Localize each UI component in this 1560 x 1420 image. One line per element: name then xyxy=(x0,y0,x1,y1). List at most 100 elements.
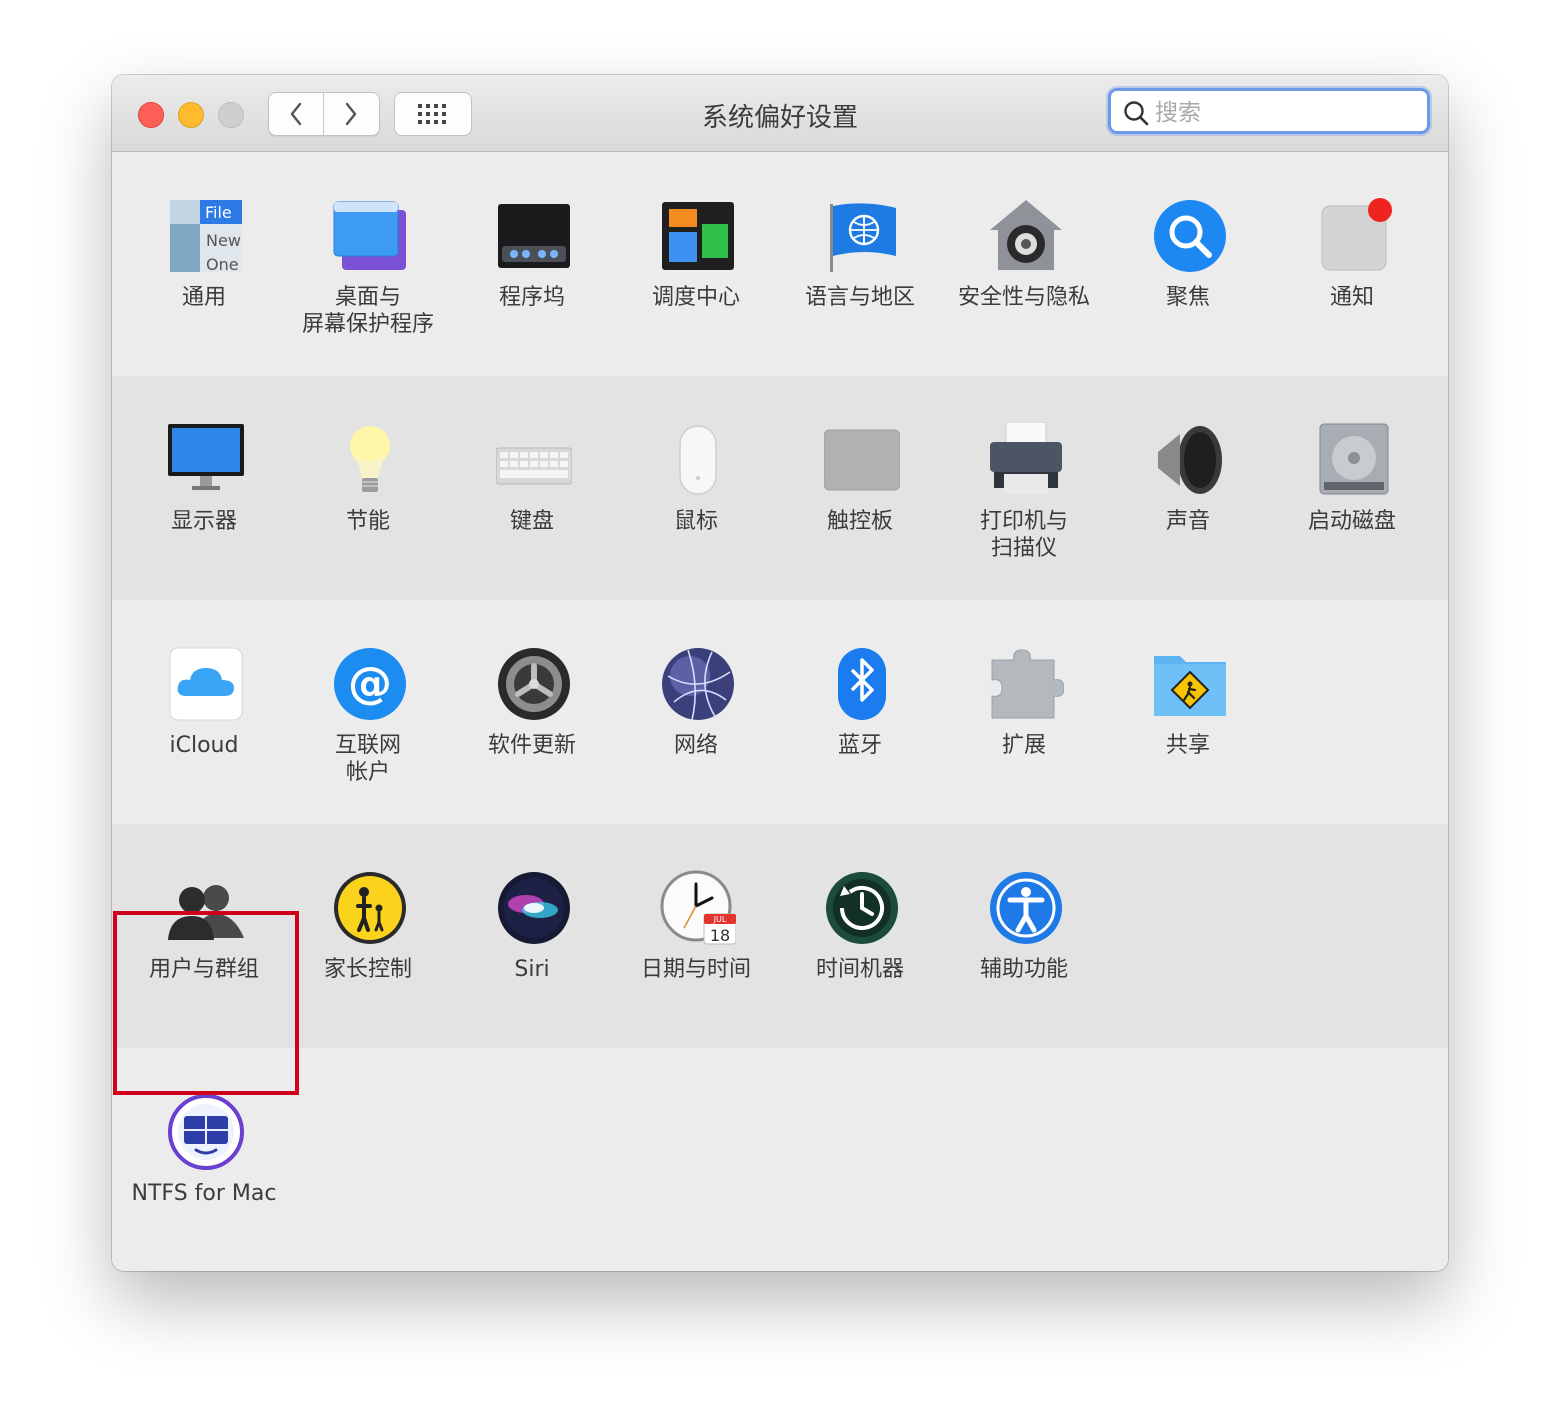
svg-text:File: File xyxy=(205,203,232,222)
mouse-icon xyxy=(679,425,717,495)
keyboard-icon xyxy=(496,447,572,485)
accessibility-icon xyxy=(990,872,1062,944)
bluetooth-icon xyxy=(838,648,886,720)
pane-label: 时间机器 xyxy=(815,957,904,982)
internet-accounts-icon: @ xyxy=(334,648,406,720)
pane-desktop-screensaver[interactable]: 桌面与 屏幕保护程序 xyxy=(286,152,450,352)
pane-label: NTFS for Mac xyxy=(131,1181,277,1206)
pane-general[interactable]: File New One 通用 xyxy=(122,152,286,352)
pane-label: 蓝牙 xyxy=(837,733,882,758)
general-icon: File New One xyxy=(170,200,242,274)
pane-row-1: File New One 通用 桌面与 屏幕保护程序 程序坞 调度中心 语言与地… xyxy=(112,152,1448,376)
pane-label: 桌面与 屏幕保护程序 xyxy=(301,285,434,337)
dock-icon xyxy=(498,204,570,268)
pane-internet-accounts[interactable]: @ 互联网 帐户 xyxy=(286,600,450,800)
ntfs-for-mac-icon xyxy=(168,1094,244,1170)
notifications-icon xyxy=(1321,198,1392,271)
pane-label: 用户与群组 xyxy=(148,957,259,982)
pane-label: 共享 xyxy=(1165,733,1210,758)
sound-icon xyxy=(1158,426,1222,494)
pane-accessibility[interactable]: 辅助功能 xyxy=(942,824,1106,1024)
svg-text:18: 18 xyxy=(710,926,730,945)
pane-sound[interactable]: 声音 xyxy=(1106,376,1270,576)
pane-label: 程序坞 xyxy=(498,285,565,310)
pane-row-5: NTFS for Mac xyxy=(112,1048,1448,1271)
pane-label: 日期与时间 xyxy=(640,957,751,982)
pane-label: 鼠标 xyxy=(673,509,718,534)
pane-label: Siri xyxy=(514,957,550,982)
pane-network[interactable]: 网络 xyxy=(614,600,778,800)
pane-label: 打印机与 扫描仪 xyxy=(979,509,1068,561)
pane-notifications[interactable]: 通知 xyxy=(1270,152,1434,352)
pane-row-2: 显示器 节能 键盘 鼠标 触控板 打印机与 扫描仪 声音 启动磁盘 xyxy=(112,376,1448,600)
pane-ntfs-for-mac[interactable]: NTFS for Mac xyxy=(122,1048,286,1248)
pane-icloud[interactable]: iCloud xyxy=(122,600,286,800)
language-region-icon xyxy=(830,203,896,272)
pane-mouse[interactable]: 鼠标 xyxy=(614,376,778,576)
pane-label: 通知 xyxy=(1329,285,1374,310)
pane-bluetooth[interactable]: 蓝牙 xyxy=(778,600,942,800)
software-update-icon xyxy=(498,648,570,720)
sharing-icon xyxy=(1154,656,1226,716)
users-groups-icon xyxy=(168,885,244,940)
pane-label: 安全性与隐私 xyxy=(957,285,1090,310)
desktop-screensaver-icon xyxy=(333,201,406,270)
extensions-icon xyxy=(991,649,1064,719)
pane-row-3: iCloud @ 互联网 帐户 软件更新 网络 蓝牙 扩展 共享 xyxy=(112,600,1448,824)
title-bar: 系统偏好设置 xyxy=(112,75,1448,152)
pane-spotlight[interactable]: 聚焦 xyxy=(1106,152,1270,352)
pane-users-groups[interactable]: 用户与群组 xyxy=(122,824,286,1024)
pane-keyboard[interactable]: 键盘 xyxy=(450,376,614,576)
security-privacy-icon xyxy=(990,200,1062,270)
pane-label: 网络 xyxy=(673,733,718,758)
pane-label: 互联网 帐户 xyxy=(334,733,401,785)
mission-control-icon xyxy=(662,202,734,270)
system-preferences-window: 系统偏好设置 File New One 通用 xyxy=(112,75,1448,1271)
pane-trackpad[interactable]: 触控板 xyxy=(778,376,942,576)
network-icon xyxy=(662,648,734,721)
date-time-icon: JUL 18 xyxy=(660,870,736,945)
pane-date-time[interactable]: JUL 18 日期与时间 xyxy=(614,824,778,1024)
pane-extensions[interactable]: 扩展 xyxy=(942,600,1106,800)
pane-security-privacy[interactable]: 安全性与隐私 xyxy=(942,152,1106,352)
startup-disk-icon xyxy=(1319,423,1389,495)
spotlight-icon xyxy=(1154,200,1226,272)
pane-printer-scanner[interactable]: 打印机与 扫描仪 xyxy=(942,376,1106,576)
pane-startup-disk[interactable]: 启动磁盘 xyxy=(1270,376,1434,576)
pane-language-region[interactable]: 语言与地区 xyxy=(778,152,942,352)
pane-label: 家长控制 xyxy=(323,957,412,982)
pane-mission-control[interactable]: 调度中心 xyxy=(614,152,778,352)
preference-panes: File New One 通用 桌面与 屏幕保护程序 程序坞 调度中心 语言与地… xyxy=(112,152,1448,1271)
icloud-icon xyxy=(169,647,243,721)
siri-icon xyxy=(498,872,570,944)
pane-parental-controls[interactable]: 家长控制 xyxy=(286,824,450,1024)
pane-label: 软件更新 xyxy=(487,733,576,758)
pane-label: 辅助功能 xyxy=(979,957,1068,982)
pane-label: 显示器 xyxy=(170,509,237,534)
search-icon xyxy=(1124,101,1149,126)
pane-software-update[interactable]: 软件更新 xyxy=(450,600,614,800)
pane-time-machine[interactable]: 时间机器 xyxy=(778,824,942,1024)
pane-dock[interactable]: 程序坞 xyxy=(450,152,614,352)
search-input[interactable] xyxy=(1153,97,1417,129)
printer-scanner-icon xyxy=(990,422,1062,494)
pane-label: 触控板 xyxy=(826,509,893,534)
svg-text:@: @ xyxy=(348,658,392,709)
parental-controls-icon xyxy=(334,872,406,944)
search-field[interactable] xyxy=(1108,88,1430,134)
energy-saver-icon xyxy=(350,426,390,492)
pane-siri[interactable]: Siri xyxy=(450,824,614,1024)
pane-display[interactable]: 显示器 xyxy=(122,376,286,576)
pane-label: 键盘 xyxy=(509,509,554,534)
pane-sharing[interactable]: 共享 xyxy=(1106,600,1270,800)
pane-energy-saver[interactable]: 节能 xyxy=(286,376,450,576)
pane-label: 通用 xyxy=(181,285,226,310)
pane-label: 扩展 xyxy=(1001,733,1046,758)
time-machine-icon xyxy=(826,872,898,944)
pane-label: 语言与地区 xyxy=(804,285,915,310)
svg-text:New: New xyxy=(206,231,241,250)
pane-label: 聚焦 xyxy=(1165,285,1210,310)
svg-text:JUL: JUL xyxy=(713,915,727,924)
trackpad-icon xyxy=(824,429,900,491)
pane-label: 声音 xyxy=(1165,509,1210,534)
